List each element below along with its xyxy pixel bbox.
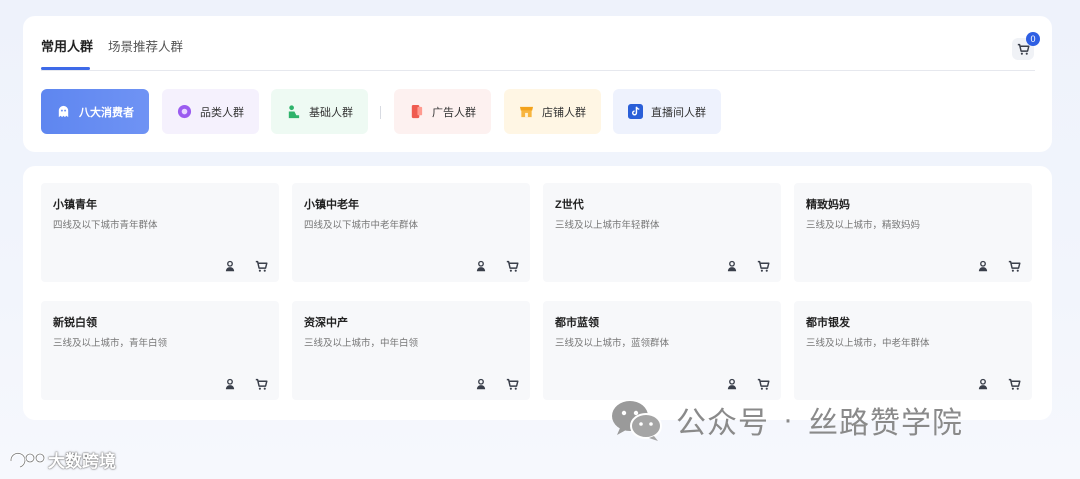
category-label: 广告人群 (432, 106, 476, 119)
category-label: 八大消费者 (79, 106, 134, 119)
user-icon (224, 378, 236, 390)
crowd-card[interactable]: 新锐白领三线及以上城市，青年白领 (41, 301, 279, 400)
category-eight-consumers[interactable]: 八大消费者 (41, 89, 149, 134)
crowd-card-title: Z世代 (555, 199, 584, 211)
cart-count-badge: 0 (1026, 32, 1040, 46)
user-icon (475, 260, 487, 272)
crowd-card-desc: 四线及以下城市青年群体 (53, 220, 158, 231)
cart-icon (255, 378, 268, 391)
cart-icon (1008, 378, 1021, 391)
ghost-icon (55, 104, 71, 120)
add-to-cart-button[interactable] (254, 377, 268, 391)
user-icon (977, 378, 989, 390)
user-icon (475, 378, 487, 390)
tab-common-crowd[interactable]: 常用人群 (41, 36, 93, 55)
add-to-cart-button[interactable] (1007, 259, 1021, 273)
crowd-card[interactable]: Z世代三线及以上城市年轻群体 (543, 183, 781, 282)
cart-icon (1017, 43, 1030, 55)
crowd-card[interactable]: 小镇青年四线及以下城市青年群体 (41, 183, 279, 282)
watermark-separator: · (783, 403, 794, 436)
add-to-cart-button[interactable] (505, 377, 519, 391)
view-crowd-button[interactable] (223, 377, 237, 391)
view-crowd-button[interactable] (474, 259, 488, 273)
add-to-cart-button[interactable] (254, 259, 268, 273)
watermark-right-text-b: 丝路赞学院 (808, 407, 963, 440)
wechat-icon (612, 401, 662, 441)
category-divider (380, 106, 381, 119)
tiktok-icon (627, 104, 643, 120)
tab-scene-recommended-crowd[interactable]: 场景推荐人群 (108, 36, 183, 55)
crowd-card[interactable]: 都市蓝领三线及以上城市，蓝领群体 (543, 301, 781, 400)
disc-icon (176, 104, 192, 120)
view-crowd-button[interactable] (976, 377, 990, 391)
cart-icon (757, 378, 770, 391)
cart-icon (757, 260, 770, 273)
watermark-left: 大数跨境 (8, 447, 116, 472)
category-label: 直播间人群 (651, 106, 706, 119)
person-seat-icon (285, 104, 301, 120)
cart-icon (255, 260, 268, 273)
add-to-cart-button[interactable] (1007, 377, 1021, 391)
crowd-card-desc: 三线及以上城市，青年白领 (53, 338, 168, 349)
crowd-card-title: 精致妈妈 (806, 199, 850, 211)
category-basic-crowd[interactable]: 基础人群 (271, 89, 368, 134)
crowd-card-desc: 三线及以上城市年轻群体 (555, 220, 660, 231)
crowd-cart-button[interactable]: 0 (1012, 32, 1040, 60)
active-tab-underline (41, 67, 90, 70)
crowd-card-desc: 三线及以上城市，中年白领 (304, 338, 419, 349)
category-product-crowd[interactable]: 品类人群 (162, 89, 259, 134)
view-crowd-button[interactable] (976, 259, 990, 273)
category-live-room-crowd[interactable]: 直播间人群 (613, 89, 721, 134)
crowd-tabs: 常用人群 场景推荐人群 (41, 16, 1035, 71)
view-crowd-button[interactable] (725, 377, 739, 391)
watermark-right: 公众号 · 丝路赞学院 (610, 398, 963, 442)
brand-logo-icon (9, 451, 46, 468)
add-to-cart-button[interactable] (756, 377, 770, 391)
category-ad-crowd[interactable]: 广告人群 (394, 89, 491, 134)
view-crowd-button[interactable] (725, 259, 739, 273)
crowd-card-title: 小镇中老年 (304, 199, 359, 211)
crowd-card-title: 小镇青年 (53, 199, 97, 211)
category-store-crowd[interactable]: 店铺人群 (504, 89, 601, 134)
crowd-card-title: 新锐白领 (53, 317, 97, 329)
crowd-card[interactable]: 资深中产三线及以上城市，中年白领 (292, 301, 530, 400)
add-to-cart-button[interactable] (505, 259, 519, 273)
crowd-card-title: 都市蓝领 (555, 317, 599, 329)
cart-icon (506, 378, 519, 391)
category-label: 品类人群 (200, 106, 244, 119)
user-icon (726, 260, 738, 272)
user-icon (977, 260, 989, 272)
view-crowd-button[interactable] (223, 259, 237, 273)
crowd-header-panel: 常用人群 场景推荐人群 0 八大消费者 品类人群 基础人群 广告人群 店铺人群 … (23, 16, 1052, 152)
crowd-card-title: 都市银发 (806, 317, 850, 329)
crowd-card-desc: 四线及以下城市中老年群体 (304, 220, 419, 231)
watermark-right-text-a: 公众号 (676, 407, 769, 440)
store-icon (518, 104, 534, 120)
view-crowd-button[interactable] (474, 377, 488, 391)
crowd-card-title: 资深中产 (304, 317, 348, 329)
add-to-cart-button[interactable] (756, 259, 770, 273)
phone-card-icon (408, 104, 424, 120)
crowd-card-desc: 三线及以上城市，精致妈妈 (806, 220, 921, 231)
crowd-card[interactable]: 都市银发三线及以上城市，中老年群体 (794, 301, 1032, 400)
watermark-left-text: 大数跨境 (48, 452, 116, 471)
crowd-card-desc: 三线及以上城市，中老年群体 (806, 338, 930, 349)
category-label: 基础人群 (309, 106, 353, 119)
user-icon (224, 260, 236, 272)
category-label: 店铺人群 (542, 106, 586, 119)
crowd-card[interactable]: 小镇中老年四线及以下城市中老年群体 (292, 183, 530, 282)
crowd-card-desc: 三线及以上城市，蓝领群体 (555, 338, 670, 349)
crowd-cards-panel: 小镇青年 四线及以下城市青年群体 小镇中老年 四线及以下城市中老年群体 Z世代 三线及以上… (23, 166, 1052, 420)
user-icon (726, 378, 738, 390)
cart-icon (1008, 260, 1021, 273)
crowd-card[interactable]: 精致妈妈三线及以上城市，精致妈妈 (794, 183, 1032, 282)
cart-icon (506, 260, 519, 273)
